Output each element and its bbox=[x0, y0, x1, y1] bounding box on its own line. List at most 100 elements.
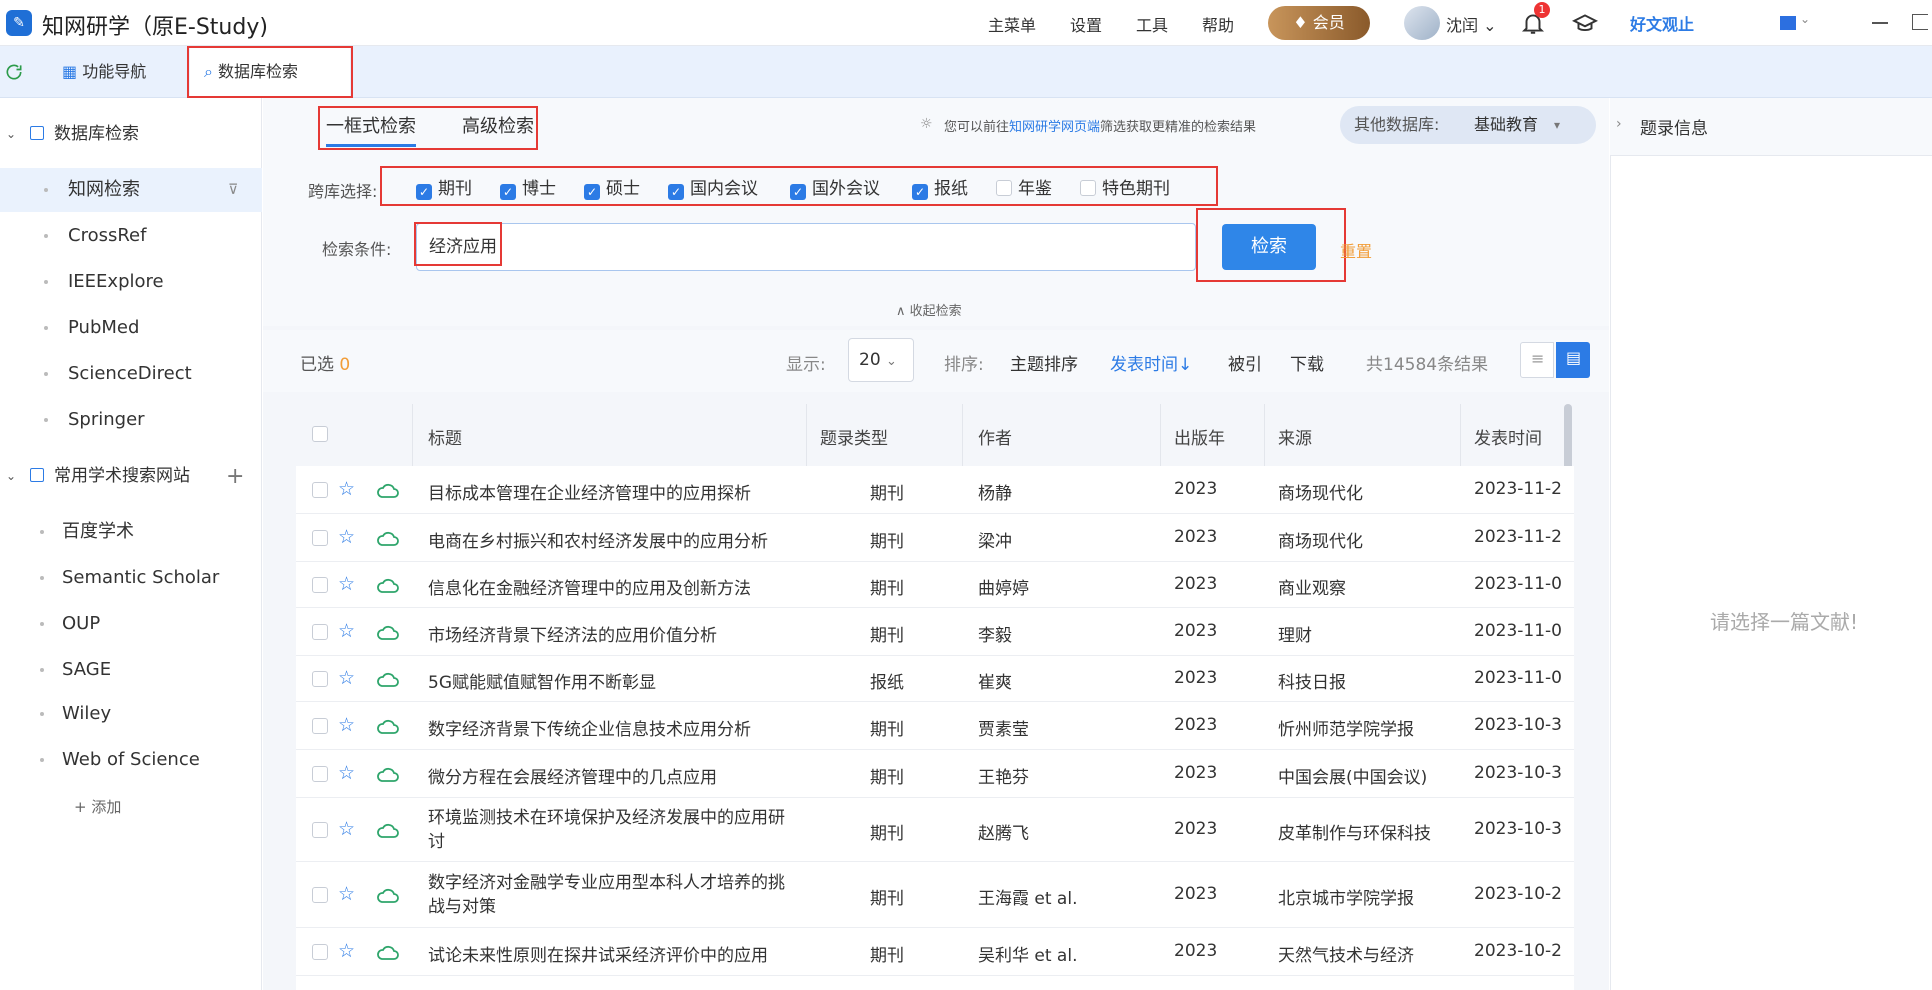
maximize-icon[interactable] bbox=[1912, 14, 1928, 30]
sidebar-item-oup[interactable]: OUP bbox=[0, 602, 262, 646]
cloud-download-icon[interactable] bbox=[376, 576, 400, 594]
star-icon[interactable]: ☆ bbox=[338, 714, 355, 736]
row-checkbox[interactable] bbox=[312, 530, 328, 546]
filter-icon[interactable]: ⊽ bbox=[228, 168, 238, 212]
user-avatar[interactable] bbox=[1404, 6, 1440, 40]
tab-function-nav[interactable]: ▦ 功能导航 bbox=[62, 48, 172, 96]
menu-settings[interactable]: 设置 bbox=[1070, 12, 1102, 36]
search-button[interactable]: 检索 bbox=[1222, 224, 1316, 270]
other-database-select[interactable]: 其他数据库: 基础教育 ▾ bbox=[1340, 106, 1596, 144]
row-checkbox[interactable] bbox=[312, 822, 328, 838]
result-title[interactable]: 电商在乡村振兴和农村经济发展中的应用分析 bbox=[428, 527, 768, 552]
header-source[interactable]: 来源 bbox=[1278, 424, 1312, 449]
checkbox-journal[interactable]: ✓ 期刊 bbox=[416, 177, 472, 201]
header-type[interactable]: 题录类型 bbox=[820, 424, 888, 449]
checkbox-foreign-conf[interactable]: ✓ 国外会议 bbox=[790, 177, 880, 201]
header-author[interactable]: 作者 bbox=[978, 424, 1012, 449]
result-title[interactable]: 数字经济对金融学专业应用型本科人才培养的挑战与对策 bbox=[428, 871, 798, 919]
sidebar-group-academic-sites[interactable]: ⌄ 常用学术搜索网站 bbox=[0, 456, 262, 496]
sidebar-item-sage[interactable]: SAGE bbox=[0, 648, 262, 692]
checkbox-phd[interactable]: ✓ 博士 bbox=[500, 177, 556, 201]
sidebar-item-cnki[interactable]: 知网检索 ⊽ bbox=[0, 168, 262, 212]
cloud-download-icon[interactable] bbox=[376, 623, 400, 641]
checkbox-special-journal[interactable]: 特色期刊 bbox=[1080, 177, 1170, 201]
header-date[interactable]: 发表时间 bbox=[1474, 424, 1542, 449]
sort-by-topic[interactable]: 主题排序 bbox=[1010, 350, 1078, 375]
cloud-download-icon[interactable] bbox=[376, 717, 400, 735]
menu-help[interactable]: 帮助 bbox=[1202, 12, 1234, 36]
result-title[interactable]: 数字经济背景下传统企业信息技术应用分析 bbox=[428, 715, 751, 740]
row-checkbox[interactable] bbox=[312, 766, 328, 782]
header-title[interactable]: 标题 bbox=[428, 424, 462, 449]
academic-hat-icon[interactable] bbox=[1572, 10, 1598, 36]
star-icon[interactable]: ☆ bbox=[338, 883, 355, 905]
row-checkbox[interactable] bbox=[312, 482, 328, 498]
cloud-download-icon[interactable] bbox=[376, 670, 400, 688]
card-view-button[interactable]: ▤ bbox=[1556, 342, 1590, 378]
header-year[interactable]: 出版年 bbox=[1174, 424, 1225, 449]
menu-main[interactable]: 主菜单 bbox=[988, 12, 1036, 36]
star-icon[interactable]: ☆ bbox=[338, 620, 355, 642]
theme-color-icon[interactable] bbox=[1780, 16, 1796, 30]
sort-by-date[interactable]: 发表时间↓ bbox=[1110, 350, 1192, 375]
row-checkbox[interactable] bbox=[312, 887, 328, 903]
menu-tools[interactable]: 工具 bbox=[1136, 12, 1168, 36]
tab-simple-search[interactable]: 一框式检索 bbox=[326, 112, 416, 147]
star-icon[interactable]: ☆ bbox=[338, 667, 355, 689]
refresh-icon[interactable] bbox=[4, 62, 24, 82]
result-title[interactable]: 目标成本管理在企业经济管理中的应用探析 bbox=[428, 479, 751, 504]
star-icon[interactable]: ☆ bbox=[338, 526, 355, 548]
star-icon[interactable]: ☆ bbox=[338, 573, 355, 595]
sort-by-citations[interactable]: 被引 bbox=[1228, 350, 1262, 375]
star-icon[interactable]: ☆ bbox=[338, 940, 355, 962]
add-site-plus-icon[interactable]: + bbox=[226, 464, 244, 489]
reset-link[interactable]: 重置 bbox=[1340, 238, 1372, 262]
chevron-right-icon[interactable]: › bbox=[1616, 116, 1622, 132]
user-name[interactable]: 沈闰 ⌄ bbox=[1446, 12, 1497, 36]
tab-database-search[interactable]: ⌕ 数据库检索 bbox=[190, 48, 350, 96]
result-title[interactable]: 市场经济背景下经济法的应用价值分析 bbox=[428, 621, 717, 646]
result-title[interactable]: 环境监测技术在环境保护及经济发展中的应用研讨 bbox=[428, 806, 798, 854]
add-site-link[interactable]: + 添加 bbox=[74, 796, 121, 817]
row-checkbox[interactable] bbox=[312, 624, 328, 640]
checkbox-domestic-conf[interactable]: ✓ 国内会议 bbox=[668, 177, 758, 201]
checkbox-yearbook[interactable]: 年鉴 bbox=[996, 177, 1052, 201]
sidebar-item-web-of-science[interactable]: Web of Science bbox=[0, 738, 262, 782]
sidebar-item-sciencedirect[interactable]: ScienceDirect bbox=[0, 352, 262, 396]
result-title[interactable]: 信息化在金融经济管理中的应用及创新方法 bbox=[428, 574, 751, 599]
cloud-download-icon[interactable] bbox=[376, 886, 400, 904]
checkbox-newspaper[interactable]: ✓ 报纸 bbox=[912, 177, 968, 201]
sidebar-item-ieeexplore[interactable]: IEEExplore bbox=[0, 260, 262, 304]
vip-button[interactable]: ♦ 会员 bbox=[1268, 6, 1370, 40]
sidebar-item-springer[interactable]: Springer bbox=[0, 398, 262, 442]
checkbox-master[interactable]: ✓ 硕士 bbox=[584, 177, 640, 201]
list-view-button[interactable]: ≡ bbox=[1520, 342, 1554, 378]
search-input[interactable]: 经济应用 bbox=[416, 223, 1196, 271]
cloud-download-icon[interactable] bbox=[376, 943, 400, 961]
result-title[interactable]: 5G赋能赋值赋智作用不断彰显 bbox=[428, 668, 656, 693]
star-icon[interactable]: ☆ bbox=[338, 762, 355, 784]
cloud-download-icon[interactable] bbox=[376, 481, 400, 499]
cloud-download-icon[interactable] bbox=[376, 529, 400, 547]
cloud-download-icon[interactable] bbox=[376, 765, 400, 783]
sort-by-downloads[interactable]: 下载 bbox=[1290, 350, 1324, 375]
sidebar-item-baidu[interactable]: 百度学术 bbox=[0, 510, 262, 554]
result-title[interactable]: 试论未来性原则在探井试采经济评价中的应用 bbox=[428, 941, 768, 966]
sidebar-item-wiley[interactable]: Wiley bbox=[0, 692, 262, 736]
page-size-select[interactable]: 20 ⌄ bbox=[848, 338, 914, 382]
sidebar-item-crossref[interactable]: CrossRef bbox=[0, 214, 262, 258]
web-version-link[interactable]: 知网研学网页端 bbox=[1009, 120, 1100, 135]
row-checkbox[interactable] bbox=[312, 718, 328, 734]
chevron-down-icon[interactable]: ⌄ bbox=[1800, 12, 1810, 26]
result-title[interactable]: 微分方程在会展经济管理中的几点应用 bbox=[428, 763, 717, 788]
collapse-search-toggle[interactable]: ∧ 收起检索 bbox=[896, 300, 962, 319]
good-article-link[interactable]: 好文观止 bbox=[1630, 11, 1694, 35]
sidebar-item-pubmed[interactable]: PubMed bbox=[0, 306, 262, 350]
cloud-download-icon[interactable] bbox=[376, 821, 400, 839]
star-icon[interactable]: ☆ bbox=[338, 478, 355, 500]
sidebar-item-semantic-scholar[interactable]: Semantic Scholar bbox=[0, 556, 262, 600]
row-checkbox[interactable] bbox=[312, 671, 328, 687]
select-all-checkbox[interactable] bbox=[312, 426, 328, 442]
row-checkbox[interactable] bbox=[312, 577, 328, 593]
sidebar-group-database[interactable]: ⌄ 数据库检索 bbox=[0, 114, 262, 154]
